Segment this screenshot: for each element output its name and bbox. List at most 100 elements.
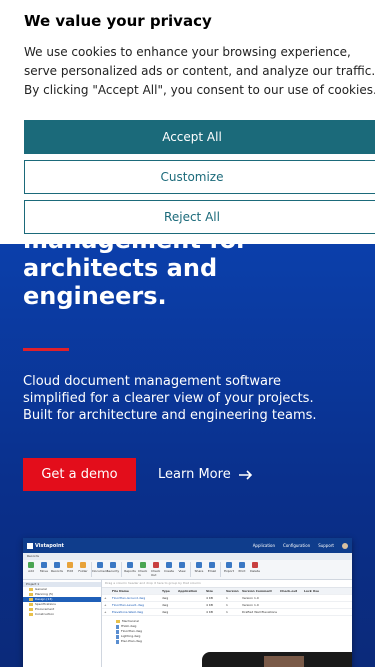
ribbon-label: Document	[92, 569, 108, 573]
folder-icon	[80, 562, 86, 568]
grid-cell: dwg	[162, 610, 169, 614]
grid-header-cell: Type	[162, 589, 170, 593]
preview-photo	[264, 656, 304, 667]
grid-cell: Elevations-West.dwg	[112, 610, 144, 614]
ribbon-separator	[190, 562, 191, 577]
table-row: + Elevations-West.dwg dwg 4 KB 1 Drafted…	[102, 609, 352, 616]
app-preview-menu-item: Configuration	[283, 543, 311, 548]
delete-icon	[252, 562, 258, 568]
get-demo-button[interactable]: Get a demo	[23, 458, 136, 491]
accept-all-button[interactable]: Accept All	[24, 120, 375, 154]
grid-cell	[302, 602, 322, 608]
grid-cell: FloorPlan-Ground.dwg	[112, 596, 146, 600]
grid-cell: Version 1.0	[242, 603, 259, 607]
grid-cell: dwg	[162, 603, 169, 607]
grid-cell	[176, 602, 204, 608]
grid-cell: +	[104, 596, 107, 600]
learn-more-link[interactable]: Learn More	[158, 458, 253, 491]
ribbon-view: View	[177, 562, 187, 573]
learn-more-label: Learn More	[158, 467, 231, 482]
create-icon	[166, 562, 172, 568]
ribbon-checkin: Check In	[138, 562, 148, 577]
table-row: + FloorPlan-Level1.dwg dwg 4 KB 1 Versio…	[102, 602, 352, 609]
ribbon-delete: Delete	[250, 562, 260, 573]
grid-header-cell: File Name	[112, 589, 129, 593]
app-preview-menu-item: Support	[318, 543, 334, 548]
check-in-icon	[140, 562, 146, 568]
table-row: + FloorPlan-Ground.dwg dwg 4 KB 1 Versio…	[102, 595, 352, 602]
grid-header-cell: Lock Use	[304, 589, 320, 593]
grid-cell	[278, 609, 302, 615]
sub-item: Elec-Plan.dwg	[116, 639, 352, 644]
ribbon-folder: Folder	[78, 562, 88, 573]
app-preview-brand: Vistapoint	[35, 542, 64, 549]
grid-cell	[278, 602, 302, 608]
file-icon	[116, 639, 119, 644]
ribbon-label: Folder	[78, 569, 88, 573]
ribbon-create: Create	[164, 562, 174, 573]
ribbon-label: Edit	[67, 569, 73, 573]
page: management for architects and engineers.…	[0, 0, 375, 667]
grid-cell: 4 KB	[206, 603, 213, 607]
ribbon-checkout: Check Out	[151, 562, 161, 577]
app-preview-logo: Vistapoint	[27, 542, 64, 549]
grid-cell: 4 KB	[206, 596, 213, 600]
app-preview-ribbon: Add Move Records Edit Folder Document Se…	[23, 560, 352, 580]
group-by-hint: Drag a column header and drop it here to…	[102, 580, 352, 588]
folder-icon	[29, 603, 33, 606]
ribbon-label: Print	[238, 569, 246, 573]
add-icon	[28, 562, 34, 568]
view-icon	[179, 562, 185, 568]
file-icon	[116, 624, 119, 629]
ribbon-label: Create	[164, 569, 174, 573]
folder-icon	[29, 608, 33, 611]
customize-button[interactable]: Customize	[24, 160, 375, 194]
check-out-icon	[153, 562, 159, 568]
cookie-title: We value your privacy	[24, 12, 212, 30]
ribbon-security: Security	[107, 562, 119, 573]
grid-cell: +	[104, 603, 107, 607]
grid-cell: Version 1.0	[242, 596, 259, 600]
app-preview-menu: Application Configuration Support	[253, 543, 334, 548]
grid-cell	[302, 609, 322, 615]
ribbon-move: Move	[39, 562, 49, 573]
move-icon	[41, 562, 47, 568]
share-icon	[196, 562, 202, 568]
ribbon-edit: Edit	[65, 562, 75, 573]
grid-header-cell: Application	[178, 589, 198, 593]
grid-cell: 1	[226, 603, 228, 607]
ribbon-label: Delete	[250, 569, 260, 573]
ribbon-print: Print	[237, 562, 247, 573]
grid-cell: dwg	[162, 596, 169, 600]
reject-all-button[interactable]: Reject All	[24, 200, 375, 234]
sub-item-label: Elec-Plan.dwg	[121, 639, 142, 643]
app-preview-breadcrumb: Records	[23, 553, 352, 560]
ribbon-label: Export	[224, 569, 234, 573]
tree-item-label: Construction	[35, 612, 55, 616]
grid-cell: Drafted Wall Elevations	[242, 610, 277, 614]
records-icon	[54, 562, 60, 568]
ribbon-label: Add	[28, 569, 34, 573]
folder-icon	[116, 620, 120, 623]
grid-cell	[278, 595, 302, 601]
edit-icon	[67, 562, 73, 568]
ribbon-label: View	[178, 569, 186, 573]
cookie-banner: We value your privacy We use cookies to …	[0, 0, 375, 244]
reports-icon	[127, 562, 133, 568]
preview-overlay-card	[202, 652, 352, 667]
app-preview-tree: Project 1 General Planning (5) Design (1…	[23, 580, 102, 667]
grid-header-cell: Version Comment	[242, 589, 272, 593]
email-icon	[209, 562, 215, 568]
ribbon-label: Email	[207, 569, 217, 573]
avatar	[342, 542, 348, 549]
document-icon	[97, 562, 103, 568]
grid-header: File Name Type Application Size Version …	[102, 588, 352, 595]
ribbon-label: Check In	[138, 569, 148, 577]
folder-icon	[29, 613, 33, 616]
grid-header-cell: Version	[226, 589, 239, 593]
export-icon	[226, 562, 232, 568]
folder-icon	[29, 598, 33, 601]
ribbon-reports: Reports	[124, 562, 136, 573]
ribbon-export: Export	[224, 562, 234, 573]
ribbon-records: Records	[51, 562, 63, 573]
